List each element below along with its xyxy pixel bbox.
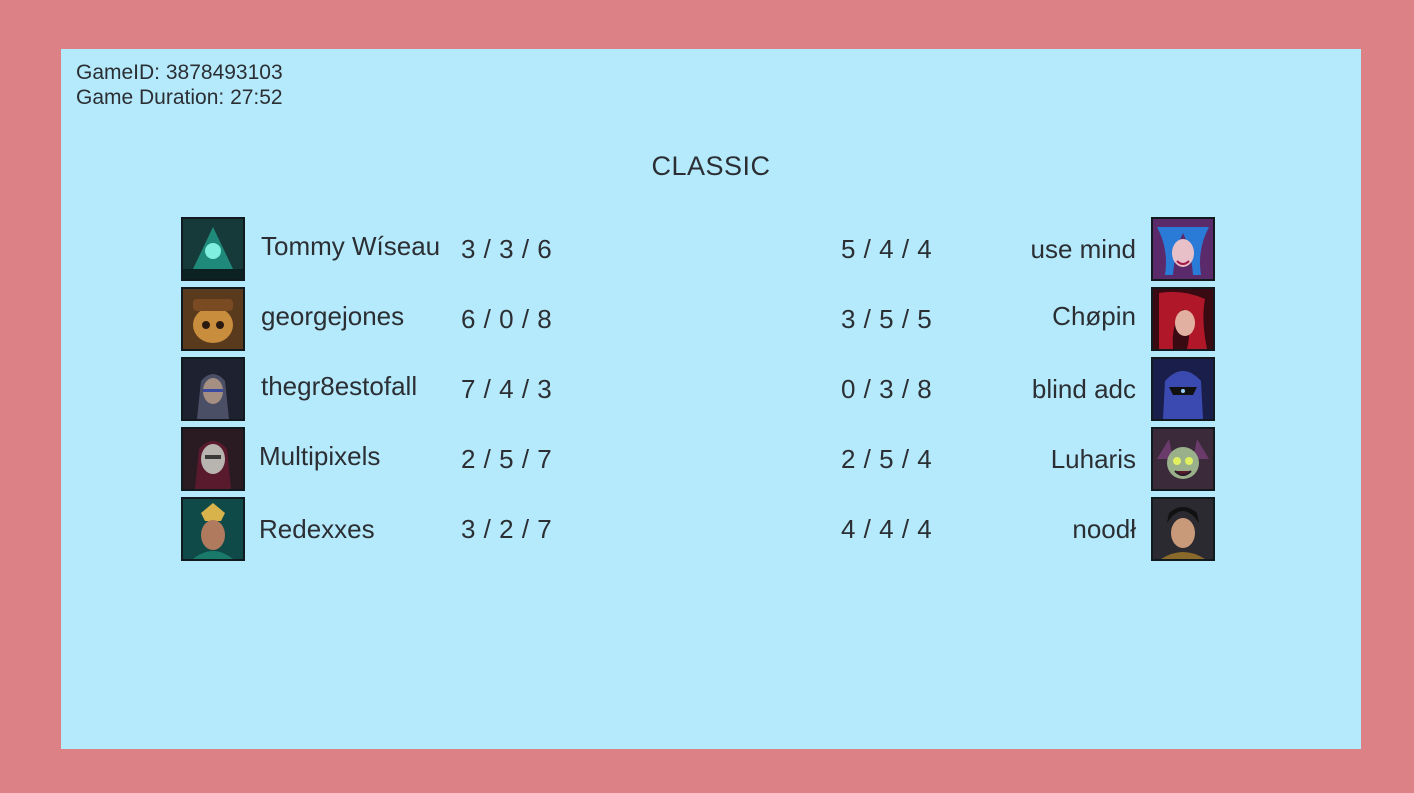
- player-kda: 2 / 5 / 4: [841, 444, 933, 474]
- player-name: blind adc: [1031, 374, 1136, 404]
- player-kda: 0 / 3 / 8: [841, 374, 933, 404]
- red-player-row: 4 / 4 / 4 noodł: [61, 497, 1361, 561]
- champion-portrait-icon: [1151, 357, 1215, 421]
- game-meta: GameID: 3878493103 Game Duration: 27:52: [76, 60, 283, 110]
- champion-portrait-icon: [1151, 427, 1215, 491]
- player-kda: 4 / 4 / 4: [841, 514, 933, 544]
- player-name: use mind: [1030, 234, 1137, 264]
- red-player-row: 5 / 4 / 4 use mind: [61, 217, 1361, 281]
- red-player-row: 3 / 5 / 5 Chøpin: [61, 287, 1361, 351]
- player-name: Luharis: [1050, 444, 1136, 474]
- champion-portrait-icon: [1151, 287, 1215, 351]
- champion-portrait-icon: [1151, 497, 1215, 561]
- player-kda: 3 / 5 / 5: [841, 304, 933, 334]
- red-player-row: 2 / 5 / 4 Luharis: [61, 427, 1361, 491]
- champion-portrait-icon: [1151, 217, 1215, 281]
- game-id: GameID: 3878493103: [76, 61, 283, 84]
- player-name: noodł: [1072, 514, 1136, 544]
- red-player-row: 0 / 3 / 8 blind adc: [61, 357, 1361, 421]
- match-panel: GameID: 3878493103 Game Duration: 27:52 …: [61, 49, 1361, 749]
- player-kda: 5 / 4 / 4: [841, 234, 933, 264]
- game-duration: Game Duration: 27:52: [76, 86, 283, 109]
- player-name: Chøpin: [1052, 301, 1136, 331]
- game-mode-title: CLASSIC: [651, 151, 771, 181]
